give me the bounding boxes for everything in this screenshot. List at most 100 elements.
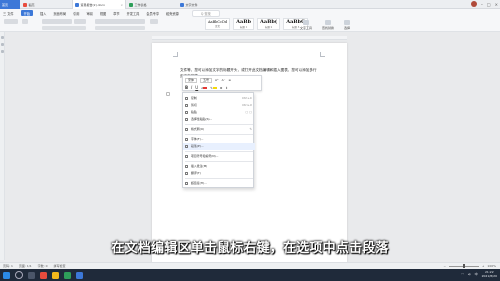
close-window-icon[interactable]: × bbox=[495, 2, 498, 7]
menu-references[interactable]: 引用 bbox=[73, 11, 79, 16]
avatar[interactable] bbox=[470, 1, 477, 7]
zoom-slider[interactable] bbox=[448, 264, 479, 268]
maximize-icon[interactable]: □ bbox=[487, 2, 491, 7]
menu-insert[interactable]: 插入 bbox=[40, 11, 46, 16]
menu-bar: 三 文件 开始 插入 页面布局 引用 审阅 视图 章节 开发工具 会员专享 稻壳… bbox=[0, 9, 500, 17]
format-painter-side-icon: ✎ bbox=[249, 127, 252, 132]
mini-toolbar: 宋体 五号 A⁺ A⁻ ≡ B I U A ✎ ≣ ⇕ bbox=[182, 75, 262, 91]
input-method-icon[interactable]: 中 bbox=[475, 272, 478, 276]
menu-file[interactable]: 三 文件 bbox=[3, 11, 14, 16]
font-name-select[interactable] bbox=[42, 19, 72, 24]
context-format-painter[interactable]: 格式刷(O) ✎ bbox=[183, 126, 255, 133]
menu-docer[interactable]: 稻壳资源 bbox=[166, 11, 179, 16]
tab-home[interactable]: 首页 bbox=[0, 0, 20, 9]
zoom-slider-knob[interactable] bbox=[462, 264, 465, 268]
grow-font-icon[interactable]: A⁺ bbox=[215, 78, 219, 82]
outline-icon[interactable] bbox=[1, 43, 4, 46]
status-words[interactable]: 字数: 0 bbox=[38, 264, 48, 268]
zoom-control: − + 100% bbox=[443, 264, 496, 268]
context-bullets-numbering[interactable]: 项目符号和编号(N)... bbox=[183, 153, 255, 160]
underline-icon[interactable]: U bbox=[195, 85, 198, 90]
style-normal[interactable]: AaBbCcDd 正文 bbox=[205, 18, 231, 30]
context-paste-special[interactable]: 选择性粘贴(S)... bbox=[183, 116, 255, 123]
alignment-buttons[interactable] bbox=[95, 26, 145, 30]
mini-size-select[interactable]: 五号 bbox=[200, 78, 213, 83]
font-size-select[interactable] bbox=[74, 19, 86, 24]
navigation-icon[interactable] bbox=[1, 36, 4, 39]
font-icon bbox=[185, 137, 188, 141]
menu-developer[interactable]: 开发工具 bbox=[127, 11, 140, 16]
line-spacing-icon[interactable]: ⇕ bbox=[225, 86, 228, 90]
menu-view[interactable]: 视图 bbox=[100, 11, 106, 16]
context-insert-comment[interactable]: 插入批注(M) bbox=[183, 163, 255, 170]
margin-corner-top-left bbox=[173, 52, 178, 57]
text-tools-button[interactable]: 文字工具 bbox=[300, 20, 312, 30]
bold-icon[interactable]: B bbox=[185, 85, 188, 90]
horizontal-ruler bbox=[152, 36, 347, 40]
comment-icon bbox=[185, 164, 188, 168]
paste-special-icon bbox=[185, 117, 188, 121]
network-icon[interactable]: ◠ bbox=[461, 272, 464, 276]
menu-member[interactable]: 会员专享 bbox=[146, 11, 159, 16]
find-replace-button[interactable]: 查找替换 bbox=[322, 20, 334, 30]
docer-icon bbox=[23, 2, 27, 7]
font-format-buttons[interactable] bbox=[42, 26, 86, 30]
close-tab-icon[interactable]: × bbox=[120, 3, 123, 7]
highlight-icon[interactable]: ✎ bbox=[210, 86, 217, 90]
context-copy[interactable]: 复制 Ctrl+C bbox=[183, 95, 255, 102]
context-hyperlink[interactable]: 超链接(H)... bbox=[183, 180, 255, 187]
align-icon[interactable]: ≣ bbox=[220, 86, 223, 90]
tab-docer[interactable]: 稻壳 bbox=[21, 0, 45, 9]
system-tray: ◠ ◂) 中 21:22 2021/8/20 bbox=[461, 270, 497, 278]
zoom-out-icon[interactable]: − bbox=[443, 264, 446, 268]
task-view-icon[interactable] bbox=[28, 271, 35, 279]
tab-sheet[interactable]: 工作表格 bbox=[127, 0, 177, 9]
bullets-icon bbox=[185, 154, 188, 158]
tab-document[interactable]: 贸易报告(2).docx × bbox=[72, 0, 126, 9]
hyperlink-icon bbox=[185, 181, 188, 185]
paste-button[interactable] bbox=[4, 19, 18, 24]
paste-options-icon[interactable]: ▢ ▢ bbox=[245, 110, 252, 114]
menu-section[interactable]: 章节 bbox=[113, 11, 119, 16]
status-spellcheck[interactable]: 拼写检查 bbox=[54, 264, 66, 268]
menu-layout[interactable]: 页面布局 bbox=[53, 11, 66, 16]
margin-corner-top-right bbox=[320, 52, 325, 57]
status-bar: 页码: 1 页面: 1/1 字数: 0 拼写检查 − + 100% bbox=[0, 262, 500, 269]
mini-font-select[interactable]: 宋体 bbox=[185, 78, 198, 83]
context-paste[interactable]: 粘贴 ▢ ▢ bbox=[183, 109, 255, 116]
translate-icon bbox=[185, 171, 188, 175]
select-button[interactable]: 选择 bbox=[344, 20, 350, 30]
copy-icon bbox=[185, 96, 188, 100]
paragraph-buttons[interactable] bbox=[95, 19, 145, 24]
windows-start-icon[interactable] bbox=[3, 271, 10, 279]
wps-icon[interactable] bbox=[40, 271, 47, 279]
browser-icon[interactable] bbox=[64, 271, 71, 279]
style-gallery: AaBbCcDd 正文 AaBb 标题 1 AaBb( 标题 2 AaBbC 标… bbox=[205, 18, 309, 30]
bookmark-icon[interactable] bbox=[1, 50, 4, 53]
app-icon[interactable] bbox=[76, 271, 83, 279]
clock[interactable]: 21:22 2021/8/20 bbox=[482, 270, 497, 278]
italic-icon[interactable]: I bbox=[191, 85, 192, 90]
style-icon[interactable]: ≡ bbox=[228, 78, 231, 82]
context-translate[interactable]: 翻译(T) bbox=[183, 170, 255, 177]
search-input[interactable]: Q 查找 bbox=[191, 9, 220, 17]
context-cut[interactable]: 剪切 Ctrl+X bbox=[183, 102, 255, 109]
context-font[interactable]: 字体(F)... bbox=[183, 136, 255, 143]
volume-icon[interactable]: ◂) bbox=[468, 272, 471, 276]
style-heading-2[interactable]: AaBb( 标题 2 bbox=[256, 18, 281, 30]
minimize-icon[interactable]: – bbox=[481, 2, 483, 7]
menu-home[interactable]: 开始 bbox=[20, 10, 33, 16]
file-explorer-icon[interactable] bbox=[52, 271, 59, 279]
paragraph-handle-icon[interactable] bbox=[166, 92, 170, 96]
status-page: 页码: 1 bbox=[3, 264, 13, 268]
tab-text[interactable]: 文字文件 bbox=[178, 0, 228, 9]
zoom-in-icon[interactable]: + bbox=[482, 264, 485, 268]
context-paragraph[interactable]: 段落(P)... bbox=[183, 143, 255, 150]
border-icon[interactable] bbox=[150, 19, 158, 24]
shrink-font-icon[interactable]: A⁻ bbox=[222, 78, 226, 82]
menu-review[interactable]: 审阅 bbox=[86, 11, 92, 16]
search-icon[interactable] bbox=[15, 271, 23, 279]
font-color-icon[interactable]: A bbox=[201, 86, 208, 90]
cut-icon[interactable] bbox=[22, 19, 28, 24]
style-heading-1[interactable]: AaBb 标题 1 bbox=[233, 18, 254, 30]
